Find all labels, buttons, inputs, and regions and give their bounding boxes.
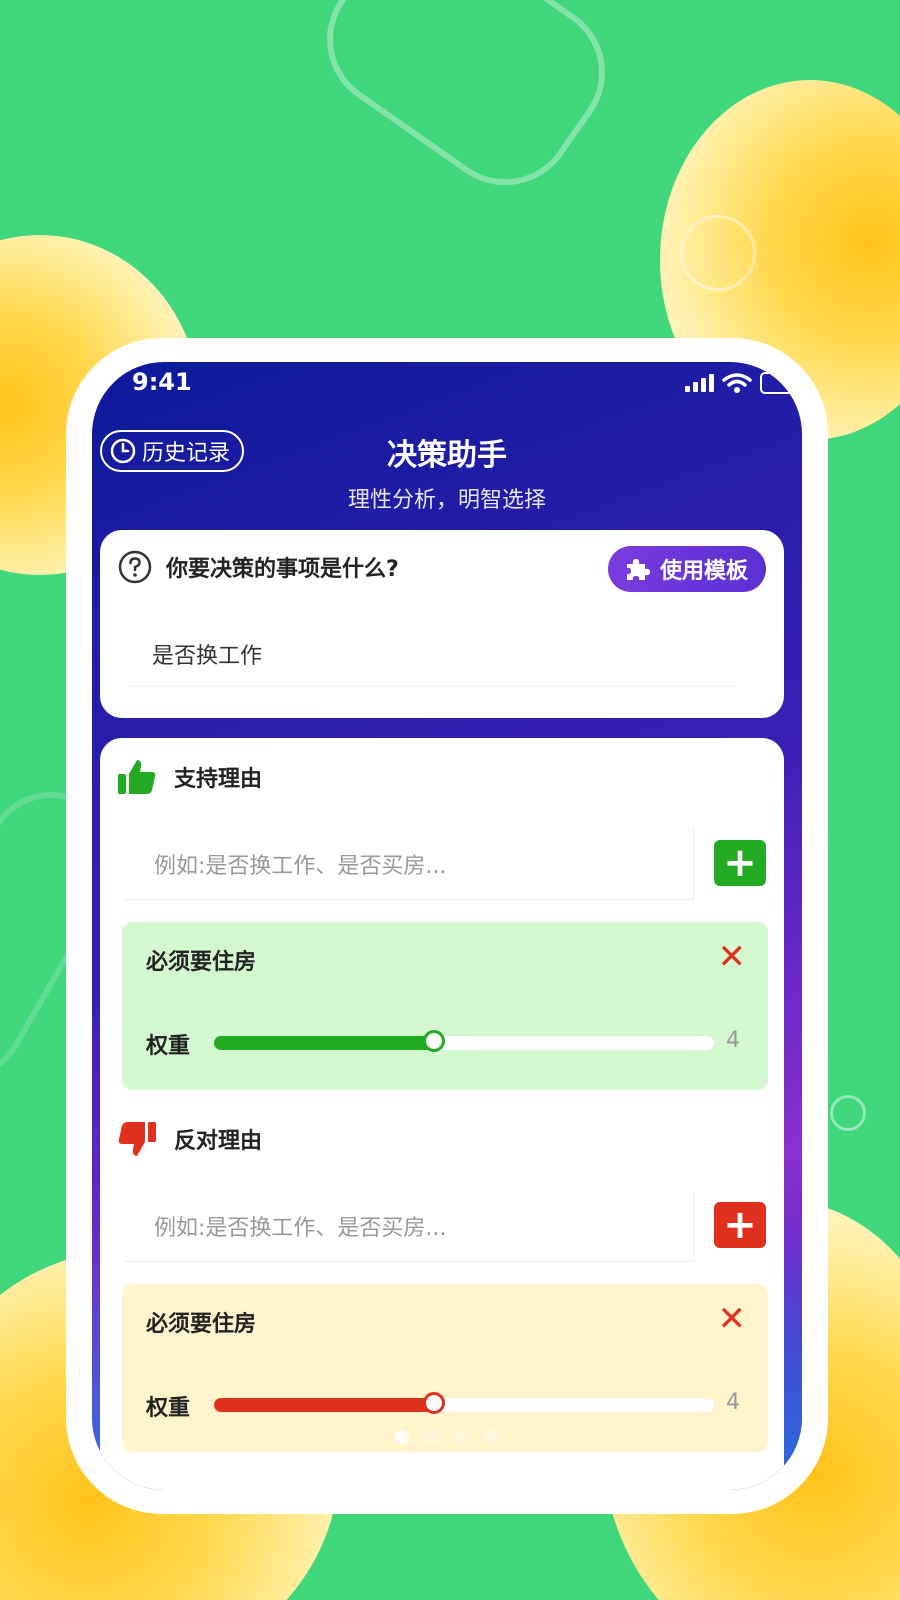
app-screen: 9:41 历史记录 决策助手 理性分析，明智选择 你要决策的事项是什么? 使用模… bbox=[92, 362, 802, 1490]
plus-icon: + bbox=[723, 1202, 757, 1248]
support-item: 必须要住房 ✕ 权重 4 bbox=[122, 922, 768, 1090]
use-template-button[interactable]: 使用模板 bbox=[607, 546, 766, 592]
weight-value: 4 bbox=[726, 1028, 740, 1053]
oppose-item-title: 必须要住房 bbox=[146, 1312, 257, 1337]
question-card: 你要决策的事项是什么? 使用模板 是否换工作 bbox=[100, 530, 784, 718]
add-oppose-button[interactable]: + bbox=[714, 1202, 766, 1248]
oppose-item: 必须要住房 ✕ 权重 4 bbox=[122, 1284, 768, 1452]
support-item-title: 必须要住房 bbox=[146, 950, 257, 975]
question-header: 你要决策的事项是什么? bbox=[118, 550, 399, 584]
decorative-pill bbox=[299, 0, 633, 213]
use-template-label: 使用模板 bbox=[659, 559, 748, 584]
pagination-dot[interactable] bbox=[425, 1430, 439, 1444]
oppose-title: 反对理由 bbox=[174, 1129, 263, 1154]
pagination-dot[interactable] bbox=[395, 1430, 409, 1444]
slider-thumb[interactable] bbox=[423, 1030, 445, 1052]
support-input[interactable]: 例如:是否换工作、是否买房... bbox=[124, 828, 694, 900]
weight-label: 权重 bbox=[146, 1396, 191, 1421]
wifi-icon bbox=[722, 373, 752, 393]
support-header: 支持理由 bbox=[116, 756, 262, 798]
support-title: 支持理由 bbox=[174, 767, 263, 792]
close-icon[interactable]: ✕ bbox=[718, 940, 747, 974]
weight-value: 4 bbox=[726, 1390, 740, 1415]
pagination-dot[interactable] bbox=[485, 1430, 499, 1444]
slider-fill bbox=[214, 1398, 434, 1412]
plus-icon: + bbox=[723, 840, 757, 886]
pagination-dot[interactable] bbox=[455, 1430, 469, 1444]
weight-label: 权重 bbox=[146, 1034, 191, 1059]
page-title: 决策助手 bbox=[387, 438, 507, 473]
page-subtitle: 理性分析，明智选择 bbox=[347, 488, 546, 513]
slider-fill bbox=[214, 1036, 434, 1050]
add-support-button[interactable]: + bbox=[714, 840, 766, 886]
puzzle-icon bbox=[626, 559, 650, 580]
close-icon[interactable]: ✕ bbox=[718, 1302, 747, 1336]
reasons-card: 支持理由 例如:是否换工作、是否买房... + 必须要住房 ✕ 权重 4 反对理… bbox=[100, 738, 784, 1490]
status-icons bbox=[685, 372, 802, 394]
oppose-header: 反对理由 bbox=[116, 1118, 262, 1160]
oppose-weight-slider[interactable] bbox=[214, 1392, 714, 1414]
thumbs-up-icon bbox=[118, 760, 156, 794]
status-bar: 9:41 bbox=[92, 362, 802, 402]
decorative-ring bbox=[680, 215, 756, 291]
decorative-ring bbox=[830, 1095, 866, 1131]
question-circle-icon bbox=[118, 550, 152, 584]
status-time: 9:41 bbox=[132, 368, 192, 396]
slider-thumb[interactable] bbox=[423, 1392, 445, 1414]
cellular-signal-icon bbox=[685, 374, 714, 392]
decision-input[interactable]: 是否换工作 bbox=[130, 622, 734, 687]
question-label: 你要决策的事项是什么? bbox=[166, 557, 399, 582]
thumbs-down-icon bbox=[118, 1122, 156, 1156]
battery-icon bbox=[760, 372, 802, 394]
support-weight-slider[interactable] bbox=[214, 1030, 714, 1052]
oppose-input[interactable]: 例如:是否换工作、是否买房... bbox=[124, 1190, 694, 1262]
pagination-dots bbox=[92, 1430, 802, 1444]
